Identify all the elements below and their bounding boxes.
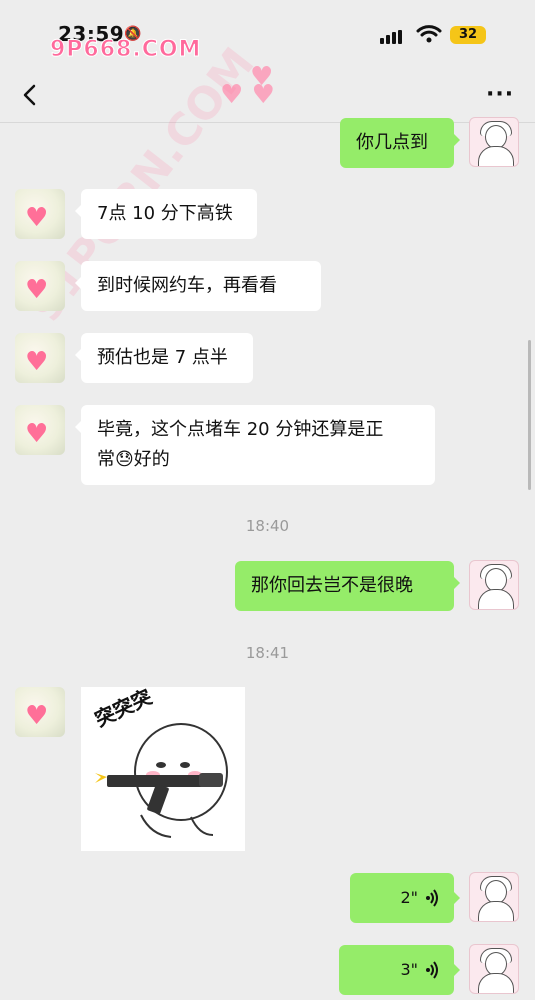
watermark-text: 9P668.COM — [49, 37, 202, 63]
voice-wave-icon — [426, 889, 438, 907]
message-bubble-left[interactable]: 7点 10 分下高铁 — [75, 189, 257, 239]
friend-avatar[interactable]: ♥ — [15, 687, 65, 737]
voice-duration: 3" — [400, 960, 418, 979]
message-bubble-left[interactable]: 预估也是 7 点半 — [75, 333, 253, 383]
more-dots-icon[interactable]: ··· — [486, 82, 518, 107]
friend-avatar[interactable]: ♥ — [15, 261, 65, 311]
scrollbar[interactable] — [528, 340, 531, 490]
signal-icon — [380, 30, 408, 44]
message-bubble-left[interactable]: 毕竟，这个点堵车 20 分钟还算是正 常😓好的 — [75, 405, 435, 485]
friend-avatar[interactable]: ♥ — [15, 405, 65, 455]
voice-message-bubble[interactable]: 3" — [339, 945, 460, 995]
message-text: 那你回去岂不是很晚 — [251, 575, 413, 596]
sticker-image[interactable]: 突突突 — [81, 684, 245, 851]
my-avatar[interactable] — [469, 872, 519, 922]
sticker-caption: 突突突 — [91, 687, 156, 732]
timestamp: 18:40 — [245, 517, 290, 535]
message-bubble-right[interactable]: 你几点到 — [340, 118, 460, 168]
message-text: 预估也是 7 点半 — [97, 347, 228, 368]
back-chevron-icon[interactable] — [16, 80, 46, 110]
battery-icon: 32 — [450, 26, 486, 44]
message-text-line: 常😓好的 — [97, 449, 170, 470]
message-text: 到时候网约车，再看看 — [97, 275, 277, 296]
message-text-line: 毕竟，这个点堵车 20 分钟还算是正 — [97, 419, 384, 440]
voice-message-bubble[interactable]: 2" — [350, 873, 460, 923]
message-text: 你几点到 — [356, 132, 428, 153]
friend-avatar[interactable]: ♥ — [15, 333, 65, 383]
message-text: 7点 10 分下高铁 — [97, 203, 233, 224]
message-bubble-left[interactable]: 到时候网约车，再看看 — [75, 261, 321, 311]
my-avatar[interactable] — [469, 560, 519, 610]
timestamp: 18:41 — [245, 644, 290, 662]
friend-avatar[interactable]: ♥ — [15, 189, 65, 239]
my-avatar[interactable] — [469, 944, 519, 994]
voice-wave-icon — [426, 961, 438, 979]
voice-duration: 2" — [400, 888, 418, 907]
my-avatar[interactable] — [469, 117, 519, 167]
message-bubble-right[interactable]: 那你回去岂不是很晚 — [235, 561, 460, 611]
wifi-icon — [416, 25, 442, 43]
gun-sticker-icon: 突突突 — [91, 684, 228, 838]
